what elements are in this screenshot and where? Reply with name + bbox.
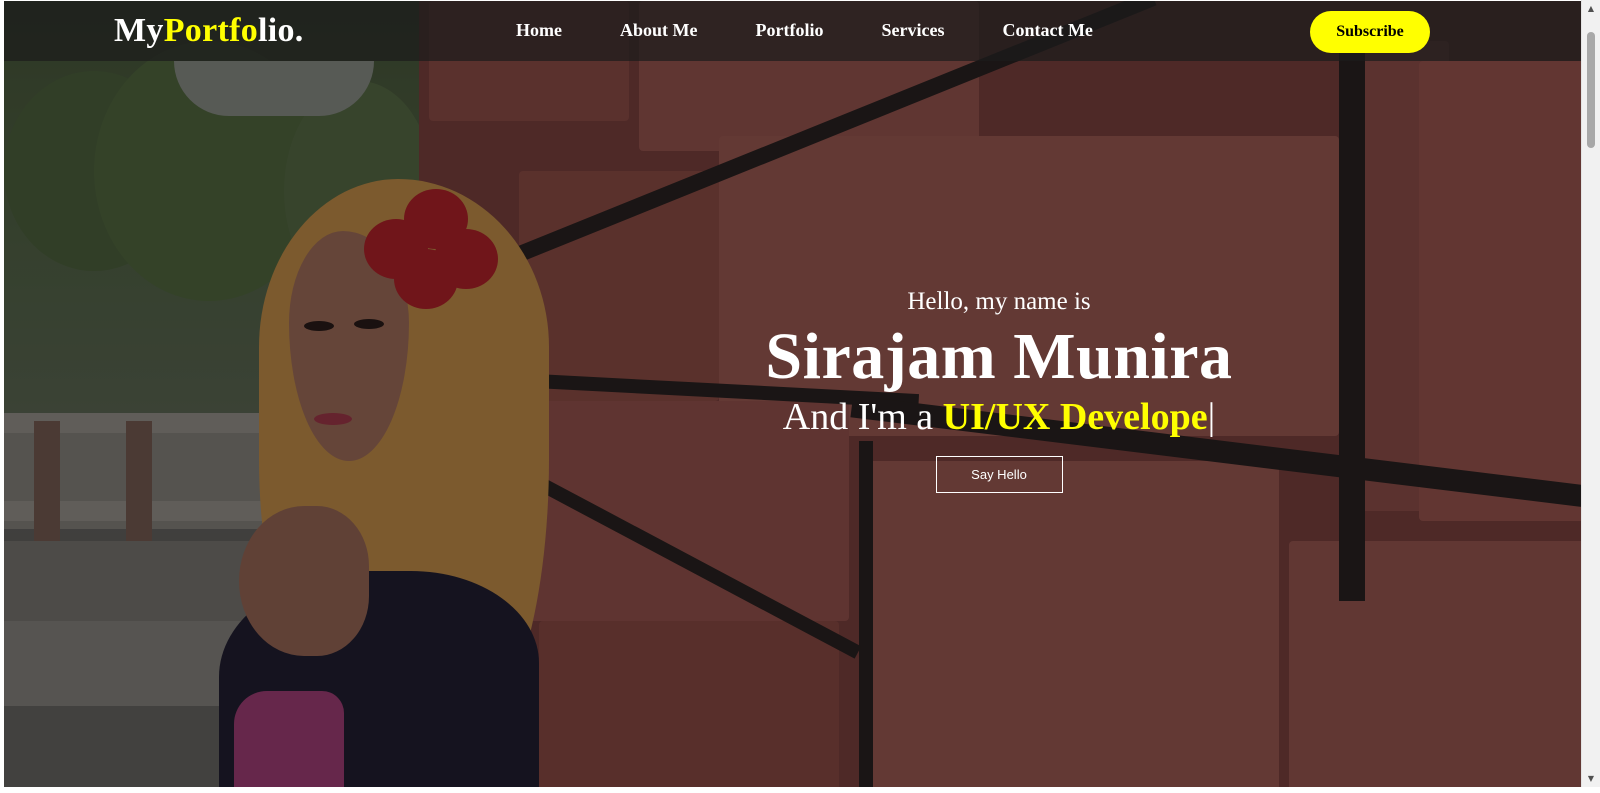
typing-cursor: |	[1207, 396, 1216, 438]
logo-text-my: My	[114, 12, 164, 49]
scrollbar-thumb[interactable]	[1587, 32, 1595, 148]
nav-link-home[interactable]: Home	[516, 20, 562, 41]
nav-link-portfolio[interactable]: Portfolio	[755, 20, 823, 41]
page-viewport: MyPortfolio. Home About Me Portfolio Ser…	[4, 1, 1581, 787]
subscribe-button[interactable]: Subscribe	[1310, 11, 1430, 53]
hero-role-prefix: And I'm a	[782, 396, 943, 438]
nav-link-about-me[interactable]: About Me	[620, 20, 698, 41]
page-scrollbar[interactable]: ▲ ▼	[1581, 0, 1600, 787]
hero-role-line: And I'm a UI/UX Develope|	[704, 395, 1294, 439]
nav-link-contact-me[interactable]: Contact Me	[1002, 20, 1092, 41]
scroll-down-arrow-icon[interactable]: ▼	[1582, 770, 1600, 787]
logo-text-portfo: Portfo	[163, 12, 259, 49]
top-navbar: MyPortfolio. Home About Me Portfolio Ser…	[4, 1, 1581, 61]
hero-role-typed: UI/UX Develope	[942, 396, 1208, 438]
hero-name: Sirajam Munira	[765, 320, 1233, 393]
hero-greeting: Hello, my name is	[907, 288, 1091, 315]
page-bottom-edge	[0, 787, 1600, 793]
nav-links: Home About Me Portfolio Services Contact…	[516, 20, 1151, 41]
logo-text-lio: lio.	[258, 12, 304, 49]
scroll-up-arrow-icon[interactable]: ▲	[1582, 0, 1600, 17]
hero-section: Hello, my name is Sirajam Munira And I'm…	[704, 287, 1294, 493]
nav-link-services[interactable]: Services	[881, 20, 944, 41]
say-hello-button[interactable]: Say Hello	[935, 456, 1063, 493]
site-logo[interactable]: MyPortfolio.	[114, 12, 304, 50]
